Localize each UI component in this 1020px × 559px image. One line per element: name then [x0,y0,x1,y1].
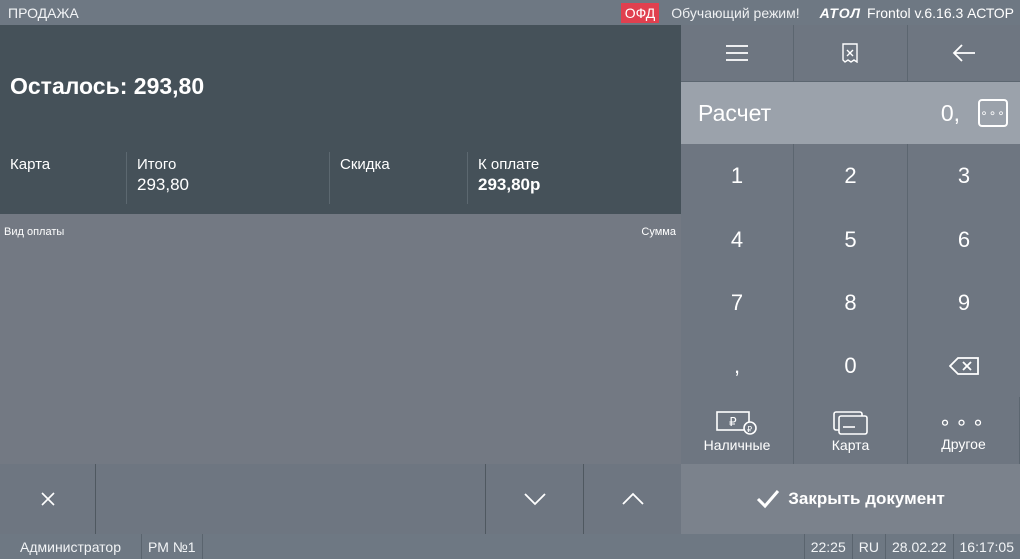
checkmark-icon [757,490,780,509]
card-payment-button[interactable]: Карта [794,397,908,467]
user-label: Администратор [0,534,143,559]
discount-cell: Скидка [330,152,468,204]
close-icon [40,492,55,506]
other-payment-label: Другое [941,436,986,452]
language-indicator[interactable]: RU [853,534,886,559]
svg-text:₽: ₽ [747,425,752,434]
key-1[interactable]: 1 [681,144,794,208]
shift-time: 22:25 [805,534,853,559]
column-sum: Сумма [641,226,676,238]
cash-payment-button[interactable]: ₽ ₽ Наличные [681,397,794,467]
key-7[interactable]: 7 [681,271,794,334]
remaining-amount: Осталось: 293,80 [10,73,205,99]
payment-method-label: Карта [10,156,51,173]
to-pay-cell: К оплате 293,80р [468,152,681,204]
version-label: Frontol v.6.16.3 АСТОР [867,4,1014,21]
more-options-button[interactable]: ∘∘∘ [978,99,1008,127]
bottom-toolbar [0,464,681,534]
title-bar: ПРОДАЖА ОФД Обучающий режим! АТОЛ Fronto… [0,0,1020,25]
discount-label: Скидка [340,156,390,173]
training-mode-label: Обучающий режим! [671,4,800,21]
entered-amount: 0, [940,99,960,126]
arrow-left-icon [952,44,975,62]
scroll-up-button[interactable] [584,464,681,534]
chevron-up-icon [621,492,644,505]
svg-text:₽: ₽ [729,415,737,429]
backspace-icon [949,356,979,375]
calculation-title: Расчет [698,99,772,126]
card-payment-label: Карта [831,437,870,453]
to-pay-label: К оплате [478,156,540,173]
cash-payment-label: Наличные [703,437,771,453]
key-comma[interactable]: , [681,334,794,397]
mode-label: ПРОДАЖА [8,4,79,21]
payment-method-cell: Карта [0,152,127,204]
key-8[interactable]: 8 [794,271,908,334]
workplace-label: РМ №1 [142,534,203,559]
key-0[interactable]: 0 [794,334,908,397]
menu-icon [726,45,749,61]
clock-label: 16:17:05 [959,538,1015,555]
close-document-button[interactable]: Закрыть документ [681,464,1020,534]
panel-toolbar [681,25,1020,82]
delete-payment-button[interactable] [0,464,96,534]
scroll-down-button[interactable] [486,464,584,534]
calculation-display: Расчет 0, ∘∘∘ [681,82,1020,144]
brand-logo: АТОЛ [819,4,862,21]
total-value: 293,80 [137,175,189,194]
key-4[interactable]: 4 [681,208,794,271]
summary-row: Карта Итого 293,80 Скидка К оплате 293,8… [0,152,681,204]
menu-button[interactable] [681,25,795,81]
chevron-down-icon [523,493,546,506]
back-button[interactable] [908,25,1020,81]
column-payment-type: Вид оплаты [4,226,65,238]
to-pay-value: 293,80р [478,175,541,194]
key-3[interactable]: 3 [908,144,1020,208]
empty-button-area [96,464,486,534]
total-cell: Итого 293,80 [127,152,330,204]
key-2[interactable]: 2 [794,144,908,208]
numeric-keypad: 1 2 3 4 5 6 7 8 9 , 0 ₽ ₽ Наличные Карта … [681,144,1020,467]
key-9[interactable]: 9 [908,271,1020,334]
total-label: Итого [137,156,177,173]
close-document-label: Закрыть документ [788,489,945,508]
status-bar: Администратор РМ №1 22:25 RU 28.02.22 16… [0,534,1020,559]
payments-list[interactable]: Вид оплаты Сумма [0,214,681,464]
key-5[interactable]: 5 [794,208,908,271]
date-label: 28.02.22 [886,534,954,559]
receipt-cancel-icon [842,43,859,63]
other-payment-button[interactable]: ∘∘∘ Другое [908,397,1020,467]
cancel-receipt-button[interactable] [794,25,908,81]
payment-panel: Расчет 0, ∘∘∘ 1 2 3 4 5 6 7 8 9 , 0 ₽ ₽ Н… [681,25,1020,534]
cash-icon: ₽₽ [716,411,757,435]
ellipsis-icon: ∘∘∘ [938,412,989,434]
payment-summary-panel: Осталось: 293,80 Карта Итого 293,80 Скид… [0,25,681,214]
backspace-button[interactable] [908,334,1020,397]
card-icon [832,411,868,435]
key-6[interactable]: 6 [908,208,1020,271]
ofd-badge: ОФД [620,2,660,23]
status-spacer [203,534,805,559]
